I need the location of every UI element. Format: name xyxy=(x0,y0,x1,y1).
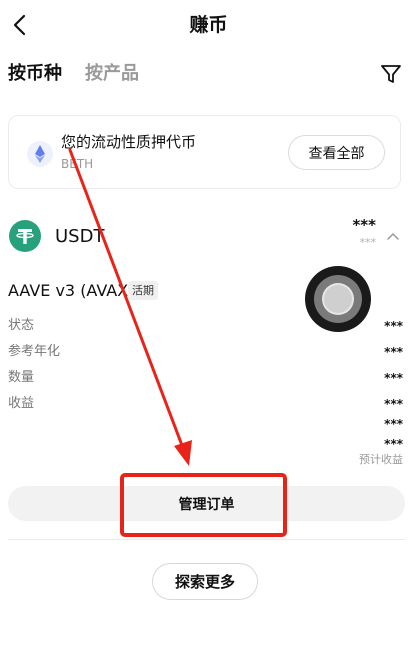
asset-symbol: USDT xyxy=(55,226,105,247)
earnings-value-3: *** xyxy=(384,437,403,451)
apr-label: 参考年化 xyxy=(8,344,61,359)
chevron-up-icon[interactable] xyxy=(386,228,400,242)
filter-icon[interactable] xyxy=(379,62,403,86)
asset-amount: *** xyxy=(352,216,376,234)
highlight-box xyxy=(120,473,287,537)
apr-value: *** xyxy=(384,345,403,359)
tether-icon xyxy=(9,220,41,252)
estimated-earnings-label: 预计收益 xyxy=(359,453,403,466)
loading-ring-icon xyxy=(304,265,372,333)
explore-more-button[interactable]: 探索更多 xyxy=(152,563,258,600)
tab-by-coin[interactable]: 按币种 xyxy=(8,62,62,86)
earnings-value: *** xyxy=(384,397,403,411)
tab-by-product[interactable]: 按产品 xyxy=(85,62,139,86)
quantity-label: 数量 xyxy=(8,370,35,385)
view-all-button[interactable]: 查看全部 xyxy=(288,135,385,170)
product-name: AAVE v3 (AVAX) xyxy=(8,281,135,300)
earnings-label: 收益 xyxy=(8,396,35,411)
asset-sub-amount: *** xyxy=(359,236,377,249)
status-badge: 活期 xyxy=(128,281,158,300)
card-title: 您的流动性质押代币 xyxy=(61,133,197,151)
divider xyxy=(8,539,405,540)
status-label: 状态 xyxy=(8,318,35,333)
page-title: 赚币 xyxy=(189,14,228,36)
ethereum-icon xyxy=(27,141,53,167)
card-subtitle: BETH xyxy=(61,157,94,171)
quantity-value: *** xyxy=(384,371,403,385)
status-value: *** xyxy=(384,319,403,333)
earnings-value-2: *** xyxy=(384,417,403,431)
